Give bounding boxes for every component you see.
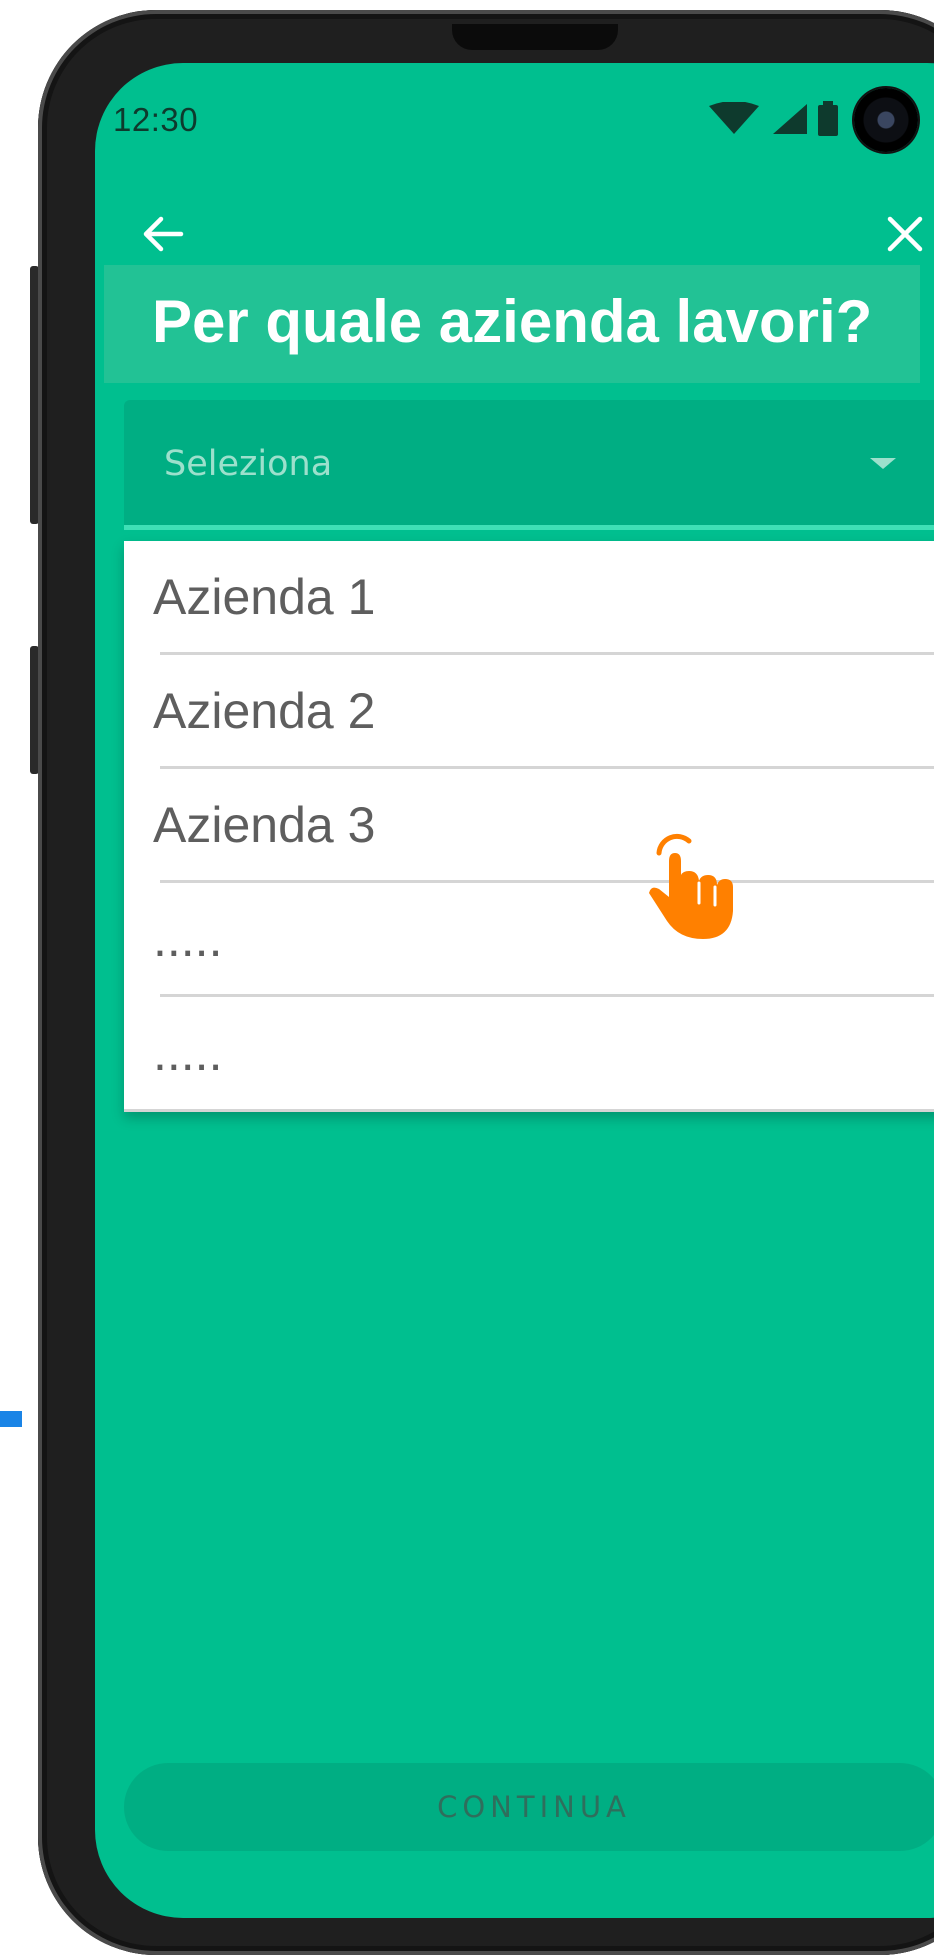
option-label: .....	[153, 1025, 223, 1081]
select-placeholder: Seleziona	[164, 444, 333, 484]
back-button[interactable]	[135, 206, 191, 262]
chevron-down-icon	[870, 458, 896, 469]
dropdown-option[interactable]: Azienda 1	[124, 541, 934, 655]
dropdown-option[interactable]: .....	[124, 883, 934, 997]
page-title: Per quale azienda lavori?	[152, 288, 873, 355]
option-label: Azienda 1	[153, 568, 376, 625]
option-label: Azienda 2	[153, 682, 376, 739]
dropdown-option[interactable]: Azienda 3	[124, 769, 934, 883]
device-mockup: 12:30 Per quale azienda lavori? Selezion…	[0, 0, 934, 1959]
company-dropdown: Azienda 1 Azienda 2 Azienda 3 ..... ....…	[124, 541, 934, 1112]
phone-frame: 12:30 Per quale azienda lavori? Selezion…	[38, 10, 934, 1955]
cellular-signal-icon	[769, 102, 809, 141]
tap-hand-icon	[645, 831, 745, 941]
continue-button[interactable]: CONTINUA	[124, 1763, 934, 1851]
close-icon	[887, 216, 923, 252]
battery-icon	[817, 100, 839, 142]
status-icons	[707, 100, 839, 142]
status-time: 12:30	[113, 101, 199, 138]
option-label: .....	[153, 910, 223, 967]
close-button[interactable]	[877, 206, 933, 262]
dropdown-option[interactable]: Azienda 2	[124, 655, 934, 769]
arrow-left-icon	[143, 216, 184, 252]
option-label: Azienda 3	[153, 796, 376, 853]
app-screen: 12:30 Per quale azienda lavori? Selezion…	[95, 63, 934, 1918]
company-select[interactable]: Seleziona	[124, 400, 934, 530]
earpiece-speaker	[452, 24, 618, 50]
dropdown-option[interactable]: .....	[124, 997, 934, 1112]
annotation-marker	[0, 1411, 22, 1427]
front-camera	[854, 88, 918, 152]
wifi-icon	[707, 100, 761, 141]
